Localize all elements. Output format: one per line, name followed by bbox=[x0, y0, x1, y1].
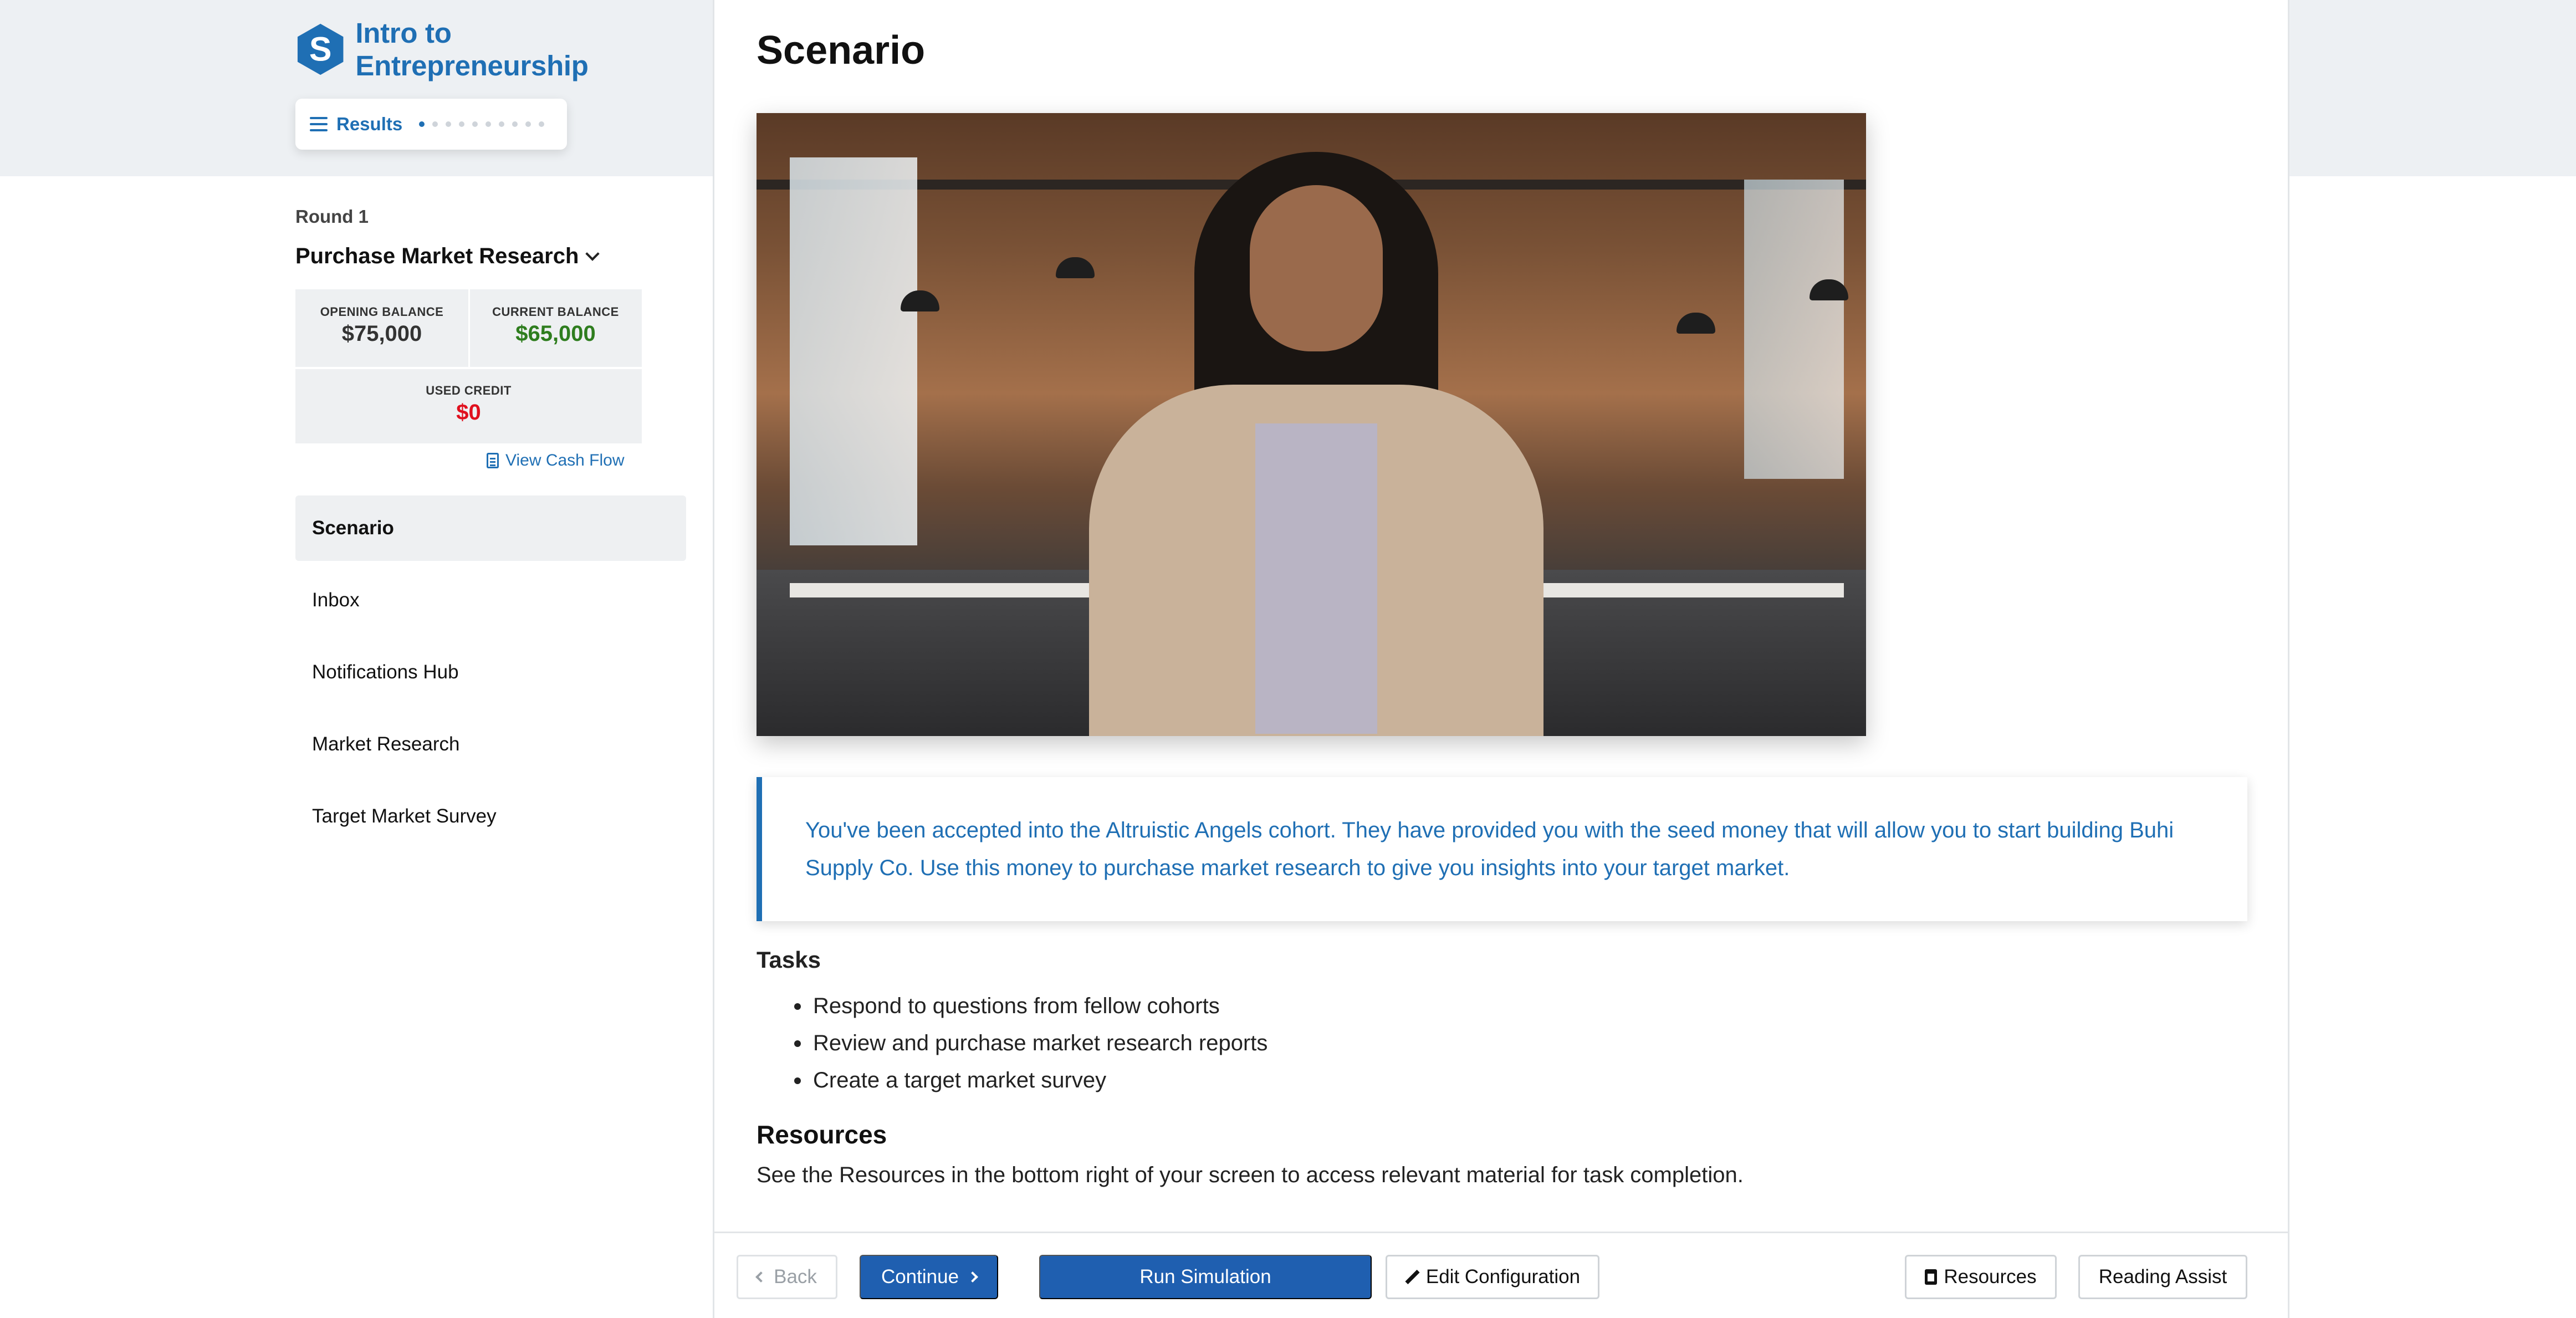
sidebar-item-target-market-survey[interactable]: Target Market Survey bbox=[295, 784, 686, 849]
chevron-right-icon bbox=[967, 1271, 978, 1283]
presenter-shirt bbox=[1255, 423, 1377, 734]
video-scene bbox=[790, 157, 917, 545]
current-balance: CURRENT BALANCE $65,000 bbox=[469, 305, 642, 346]
resources-heading: Resources bbox=[757, 1120, 887, 1149]
opening-balance-label: OPENING BALANCE bbox=[320, 305, 444, 319]
scenario-video[interactable] bbox=[757, 113, 1866, 736]
used-credit: USED CREDIT $0 bbox=[295, 384, 642, 425]
resources-button[interactable]: Resources bbox=[1905, 1255, 2057, 1299]
scenario-callout: You've been accepted into the Altruistic… bbox=[757, 777, 2247, 921]
progress-dot bbox=[539, 121, 545, 127]
progress-dot bbox=[472, 121, 478, 127]
current-balance-label: CURRENT BALANCE bbox=[492, 305, 619, 319]
progress-dot bbox=[512, 121, 518, 127]
video-scene bbox=[790, 583, 1100, 597]
app-title: Intro to Entrepreneurship bbox=[355, 17, 589, 81]
progress-dot bbox=[446, 121, 452, 127]
video-scene bbox=[1534, 583, 1844, 597]
edit-configuration-label: Edit Configuration bbox=[1425, 1266, 1581, 1288]
results-button[interactable]: Results bbox=[295, 99, 567, 150]
progress-dot bbox=[499, 121, 505, 127]
callout-text: You've been accepted into the Altruistic… bbox=[805, 818, 2174, 880]
sidebar-item-inbox[interactable]: Inbox bbox=[295, 568, 686, 633]
reading-assist-label: Reading Assist bbox=[2098, 1266, 2227, 1288]
clipboard-icon bbox=[1925, 1269, 1938, 1285]
continue-button[interactable]: Continue bbox=[860, 1255, 998, 1299]
chevron-left-icon bbox=[755, 1271, 766, 1283]
view-cash-flow-label: View Cash Flow bbox=[505, 451, 625, 469]
balance-panel: OPENING BALANCE $75,000 CURRENT BALANCE … bbox=[295, 289, 642, 443]
view-cash-flow-link[interactable]: View Cash Flow bbox=[487, 451, 625, 470]
task-list: Respond to questions from fellow cohorts… bbox=[757, 988, 1267, 1099]
progress-dot bbox=[485, 121, 492, 127]
opening-balance-value: $75,000 bbox=[341, 321, 422, 346]
chevron-down-icon bbox=[585, 246, 600, 261]
progress-dot bbox=[525, 121, 531, 127]
used-credit-value: $0 bbox=[456, 400, 481, 425]
list-item: Respond to questions from fellow cohorts bbox=[757, 988, 1267, 1025]
continue-label: Continue bbox=[881, 1266, 959, 1288]
page-title: Scenario bbox=[757, 28, 926, 73]
edit-configuration-button[interactable]: Edit Configuration bbox=[1386, 1255, 1599, 1299]
list-item: Create a target market survey bbox=[757, 1062, 1267, 1099]
progress-dot bbox=[459, 121, 465, 127]
svg-text:S: S bbox=[309, 30, 332, 68]
current-balance-value: $65,000 bbox=[515, 321, 596, 346]
progress-dot bbox=[432, 121, 438, 127]
resources-label: Resources bbox=[1944, 1266, 2037, 1288]
reading-assist-button[interactable]: Reading Assist bbox=[2078, 1255, 2247, 1299]
brand[interactable]: S Intro to Entrepreneurship bbox=[295, 17, 686, 82]
tasks-heading: Tasks bbox=[757, 947, 821, 973]
footer-divider bbox=[714, 1232, 2288, 1233]
run-simulation-label: Run Simulation bbox=[1139, 1266, 1271, 1288]
presenter bbox=[1067, 135, 1566, 736]
document-icon bbox=[487, 453, 499, 468]
sidebar: S Intro to Entrepreneurship Results Roun… bbox=[295, 0, 686, 1318]
menu-icon bbox=[310, 117, 328, 131]
run-simulation-button[interactable]: Run Simulation bbox=[1039, 1255, 1372, 1299]
divider bbox=[295, 367, 642, 369]
pencil-icon bbox=[1405, 1270, 1419, 1284]
used-credit-label: USED CREDIT bbox=[426, 384, 512, 397]
video-scene bbox=[1677, 313, 1715, 334]
list-item: Review and purchase market research repo… bbox=[757, 1025, 1267, 1062]
video-scene bbox=[1744, 180, 1844, 479]
decision-title: Purchase Market Research bbox=[295, 244, 579, 268]
progress-dots bbox=[419, 121, 545, 127]
main-panel: Scenario You've been accepted into the A… bbox=[713, 0, 2289, 1318]
opening-balance: OPENING BALANCE $75,000 bbox=[295, 305, 468, 346]
decision-dropdown[interactable]: Purchase Market Research bbox=[295, 244, 600, 269]
round-label: Round 1 bbox=[295, 206, 369, 227]
sidebar-item-notifications-hub[interactable]: Notifications Hub bbox=[295, 640, 686, 705]
back-button[interactable]: Back bbox=[737, 1255, 837, 1299]
app-logo-icon: S bbox=[297, 23, 344, 75]
progress-dot bbox=[419, 121, 425, 127]
results-label: Results bbox=[336, 114, 403, 134]
presenter-face bbox=[1250, 185, 1383, 351]
sidebar-item-market-research[interactable]: Market Research bbox=[295, 712, 686, 777]
back-label: Back bbox=[774, 1266, 817, 1288]
resources-text: See the Resources in the bottom right of… bbox=[757, 1163, 1744, 1187]
sidebar-item-scenario[interactable]: Scenario bbox=[295, 495, 686, 561]
sidebar-nav: Scenario Inbox Notifications Hub Market … bbox=[295, 495, 686, 856]
